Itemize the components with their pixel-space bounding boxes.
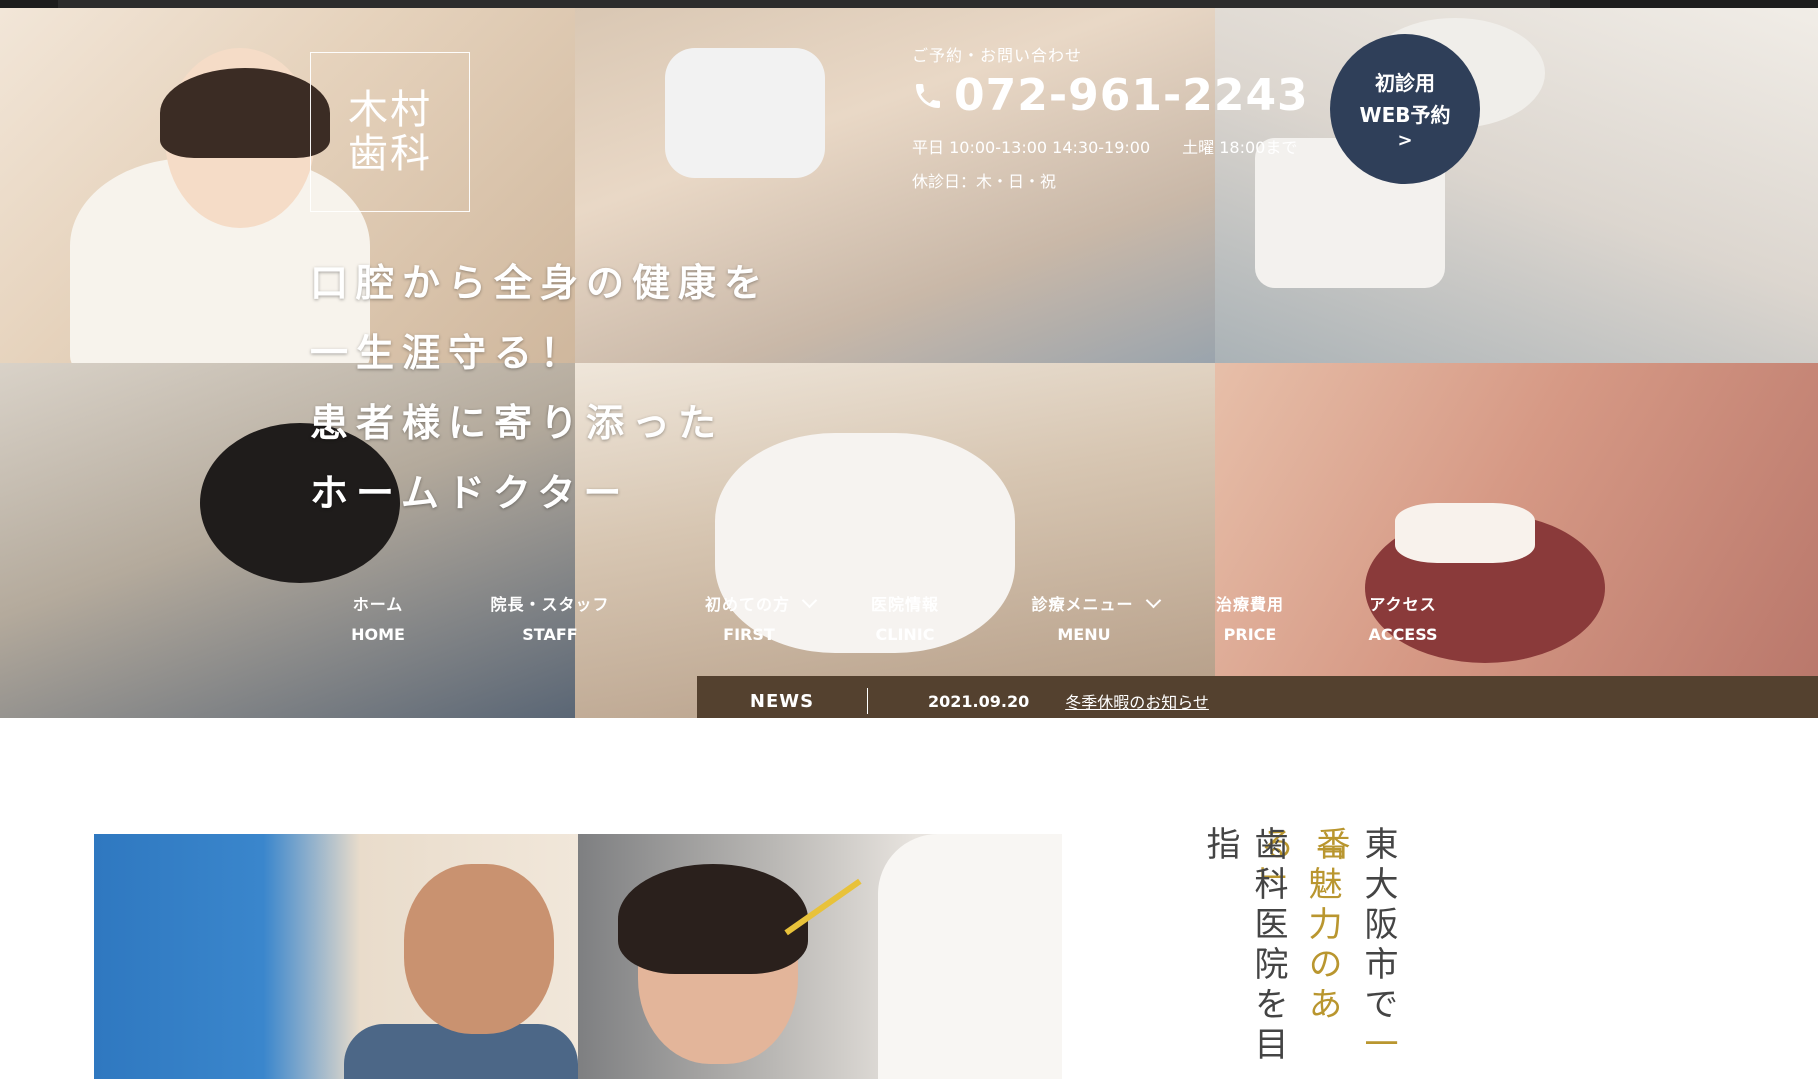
nav-label-jp: 診療メニュー (1031, 595, 1134, 614)
logo-line-1: 木村 (348, 87, 432, 133)
chevron-right-icon: > (1397, 130, 1413, 151)
top-bar (0, 0, 1818, 8)
tagline-line: ホームドクター (310, 471, 630, 515)
chevron-down-icon (1145, 592, 1161, 609)
intro-heading-col-3: 歯科医院を目指 (1200, 826, 1288, 1066)
nav-label-en: FIRST (723, 625, 775, 644)
tagline-line: 一生涯守る！ (310, 331, 587, 375)
closed-days: 休診日：木・日・祝 (912, 172, 1057, 191)
intro-photo-elderly-patient (94, 834, 578, 1079)
phone-link[interactable]: 072-961-2243 (912, 72, 1309, 120)
hero: 木村 歯科 口腔から全身の健康を 一生涯守る！ 患者様に寄り添った ホームドクタ… (0, 8, 1818, 718)
nav-label-en: PRICE (1223, 625, 1277, 644)
contact-label: ご予約・お問い合わせ (912, 46, 1083, 65)
nav-item-price[interactable]: 治療費用 PRICE (1200, 591, 1300, 644)
nav-item-access[interactable]: アクセス ACCESS (1353, 591, 1453, 644)
tagline-line: 患者様に寄り添った (310, 401, 725, 445)
nav-item-home[interactable]: ホーム HOME (328, 591, 428, 644)
nav-item-clinic[interactable]: 医院情報 CLINIC (855, 591, 955, 644)
web-btn-line-2: WEB予約 (1359, 103, 1451, 127)
intro-photo-child-brushing (578, 834, 1062, 1079)
contact-info: ご予約・お問い合わせ 072-961-2243 平日 10:00-13:00 1… (912, 42, 1309, 192)
intro-text: 東大阪市で (1358, 826, 1398, 1026)
nav-label-en: STAFF (522, 625, 578, 644)
chevron-down-icon (801, 592, 818, 609)
news-divider (867, 688, 868, 714)
nav-label-jp: 医院情報 (870, 595, 939, 614)
phone-number: 072-961-2243 (954, 70, 1309, 121)
news-date: 2021.09.20 (928, 691, 1030, 711)
main-nav: ホーム HOME 院長・スタッフ STAFF 初めての方 FIRST 医院情報 … (0, 591, 1818, 671)
nav-label-en: HOME (351, 625, 405, 644)
nav-item-menu[interactable]: 診療メニュー MENU (1015, 591, 1175, 644)
nav-label-jp: 治療費用 (1215, 595, 1284, 614)
nav-label-en: ACCESS (1368, 625, 1438, 644)
nav-label-jp: アクセス (1369, 595, 1437, 614)
clinic-logo[interactable]: 木村 歯科 (310, 52, 470, 212)
hero-tagline: 口腔から全身の健康を 一生涯守る！ 患者様に寄り添った ホームドクター (310, 248, 770, 528)
nav-label-jp: 初めての方 (704, 595, 790, 614)
nav-item-staff[interactable]: 院長・スタッフ STAFF (480, 591, 620, 644)
phone-icon (916, 84, 940, 108)
opening-hours: 平日 10:00-13:00 14:30-19:00 土曜 18:00まで (912, 138, 1298, 157)
news-link[interactable]: 冬季休暇のお知らせ (1065, 689, 1209, 713)
web-reservation-button[interactable]: 初診用 WEB予約 > (1330, 34, 1480, 184)
news-bar: NEWS 2021.09.20 冬季休暇のお知らせ (697, 676, 1818, 718)
web-btn-line-1: 初診用 (1375, 71, 1435, 95)
nav-label-jp: 院長・スタッフ (490, 595, 610, 614)
tagline-line: 口腔から全身の健康を (310, 261, 771, 305)
nav-label-en: MENU (1057, 625, 1111, 644)
nav-item-first[interactable]: 初めての方 FIRST (690, 591, 830, 644)
logo-line-2: 歯科 (348, 131, 432, 177)
nav-label-jp: ホーム (352, 595, 404, 614)
nav-label-en: CLINIC (875, 625, 935, 644)
news-label: NEWS (749, 690, 815, 712)
